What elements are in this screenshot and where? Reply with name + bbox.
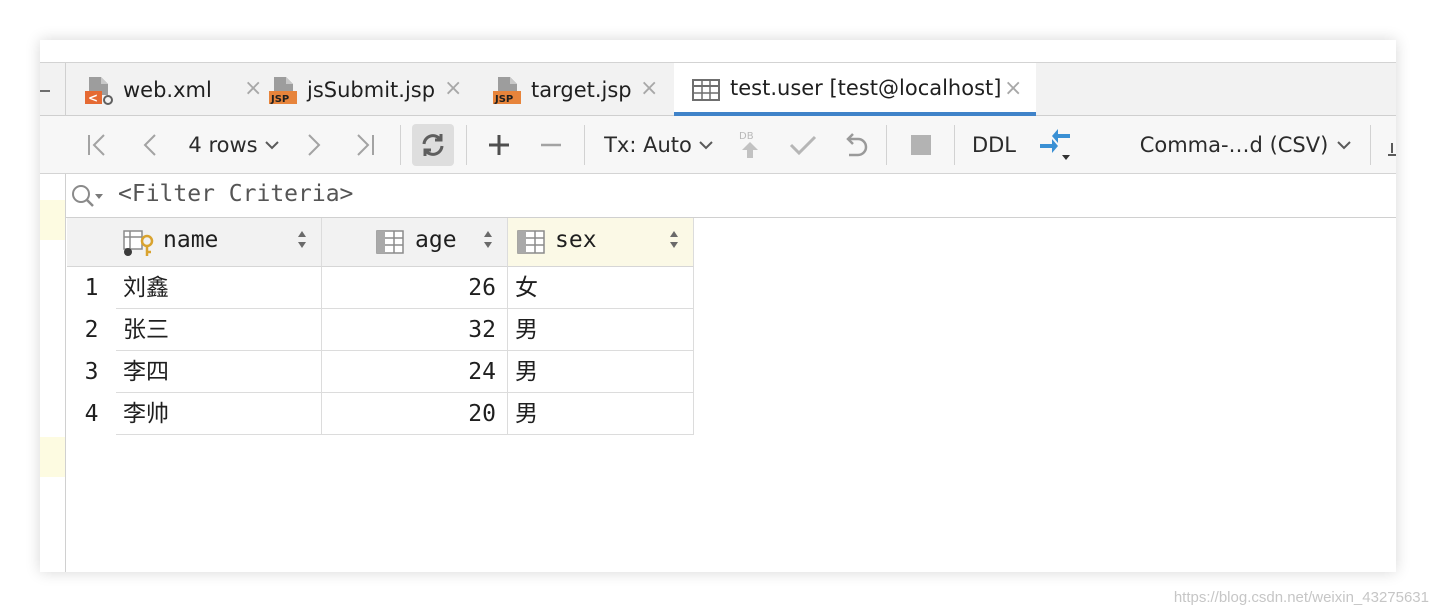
table-cell-age[interactable]: 32 — [322, 309, 508, 351]
ddl-button[interactable]: DDL — [970, 116, 1018, 173]
xml-file-icon: < — [84, 75, 114, 105]
jsp-file-icon: JSP — [268, 75, 298, 105]
sort-icon[interactable] — [669, 229, 679, 255]
chevron-down-icon — [264, 140, 279, 149]
table-cell-sex[interactable]: 男 — [508, 351, 694, 393]
filter-criteria-input[interactable]: <Filter Criteria> — [118, 181, 353, 207]
tab-overflow-marker[interactable] — [40, 90, 50, 92]
editor-tab-bar: < web.xml × JSP jsSubmit.jsp × JSP targe… — [40, 62, 1396, 116]
column-header-name[interactable]: name — [116, 218, 322, 267]
tab-close-icon[interactable]: × — [1004, 76, 1022, 101]
last-page-icon[interactable] — [352, 116, 378, 173]
column-header-sex[interactable]: sex — [508, 218, 694, 267]
column-name: name — [163, 227, 219, 253]
db-badge-text: DB — [739, 131, 754, 142]
delete-row-icon[interactable] — [538, 116, 564, 173]
export-format-dropdown[interactable]: Comma-…d (CSV) — [1138, 116, 1354, 173]
primary-key-column-icon — [123, 229, 157, 261]
compare-arrows-icon[interactable] — [1036, 116, 1076, 173]
tab-close-icon[interactable]: × — [244, 76, 262, 101]
tab-target-jsp[interactable]: JSP target.jsp × — [492, 63, 674, 116]
download-icon[interactable] — [1386, 116, 1396, 173]
column-name: sex — [555, 227, 597, 253]
xml-badge-text: < — [88, 91, 98, 105]
tab-close-icon[interactable]: × — [444, 76, 462, 101]
row-number[interactable]: 3 — [67, 351, 116, 393]
row-number[interactable]: 4 — [67, 393, 116, 435]
rows-count-label: 4 rows — [188, 132, 258, 157]
tab-jssubmit-jsp[interactable]: JSP jsSubmit.jsp × — [268, 63, 493, 116]
next-page-icon[interactable] — [306, 116, 322, 173]
row-number[interactable]: 1 — [67, 267, 116, 309]
gutter-highlight — [40, 437, 65, 477]
tab-web-xml[interactable]: < web.xml × — [66, 63, 276, 116]
ddl-label: DDL — [971, 132, 1017, 157]
submit-db-icon[interactable]: DB — [736, 116, 764, 173]
table-cell-name[interactable]: 刘鑫 — [116, 267, 322, 309]
watermark-text: https://blog.csdn.net/weixin_43275631 — [1173, 589, 1429, 606]
add-row-icon[interactable] — [486, 116, 512, 173]
table-cell-name[interactable]: 张三 — [116, 309, 322, 351]
commit-check-icon[interactable] — [788, 116, 818, 173]
search-icon[interactable] — [70, 183, 104, 213]
tab-label: jsSubmit.jsp — [307, 77, 436, 102]
export-format-label: Comma-…d (CSV) — [1139, 132, 1329, 157]
table-cell-sex[interactable]: 女 — [508, 267, 694, 309]
column-header-age[interactable]: age — [322, 218, 508, 267]
tab-label: target.jsp — [531, 77, 632, 102]
jsp-badge-text: JSP — [270, 94, 289, 105]
stop-icon[interactable] — [906, 116, 936, 173]
table-cell-sex[interactable]: 男 — [508, 393, 694, 435]
grid-corner[interactable] — [67, 218, 116, 267]
tab-test-user[interactable]: test.user [test@localhost] × — [674, 63, 1036, 116]
table-cell-name[interactable]: 李四 — [116, 351, 322, 393]
previous-page-icon[interactable] — [140, 116, 160, 173]
tab-label: web.xml — [123, 77, 212, 102]
refresh-icon[interactable] — [412, 116, 454, 173]
toolbar-separator — [400, 125, 401, 165]
chevron-down-icon — [699, 140, 713, 149]
transaction-mode-dropdown[interactable]: Tx: Auto — [604, 116, 714, 173]
gutter-highlight — [40, 200, 65, 240]
table-cell-age[interactable]: 26 — [322, 267, 508, 309]
jsp-badge-text: JSP — [494, 94, 513, 105]
sort-icon[interactable] — [297, 229, 307, 255]
column-name: age — [415, 227, 457, 253]
sort-icon[interactable] — [483, 229, 493, 255]
table-cell-sex[interactable]: 男 — [508, 309, 694, 351]
toolbar-separator — [584, 125, 585, 165]
transaction-mode-label: Tx: Auto — [604, 132, 692, 157]
rollback-icon[interactable] — [840, 116, 870, 173]
toolbar-separator — [1370, 125, 1371, 165]
table-cell-age[interactable]: 20 — [322, 393, 508, 435]
toolbar-separator — [886, 125, 887, 165]
filter-bar[interactable]: <Filter Criteria> — [66, 174, 1396, 218]
row-number[interactable]: 2 — [67, 309, 116, 351]
chevron-down-icon — [1337, 140, 1352, 149]
toolbar-separator — [954, 125, 955, 165]
rows-count-dropdown[interactable]: 4 rows — [186, 116, 282, 173]
table-cell-name[interactable]: 李帅 — [116, 393, 322, 435]
toolbar-separator — [466, 125, 467, 165]
tab-label: test.user [test@localhost] — [730, 75, 1002, 100]
database-editor-window: < web.xml × JSP jsSubmit.jsp × JSP targe… — [40, 40, 1396, 572]
table-cell-age[interactable]: 24 — [322, 351, 508, 393]
tab-close-icon[interactable]: × — [640, 76, 658, 101]
first-page-icon[interactable] — [84, 116, 110, 173]
column-icon — [517, 230, 545, 258]
jsp-file-icon: JSP — [492, 75, 522, 105]
table-icon — [691, 75, 721, 105]
data-editor-toolbar: 4 rows Tx: Auto DB DDL Comma-…d (CSV) — [40, 116, 1396, 174]
column-icon — [376, 230, 404, 258]
